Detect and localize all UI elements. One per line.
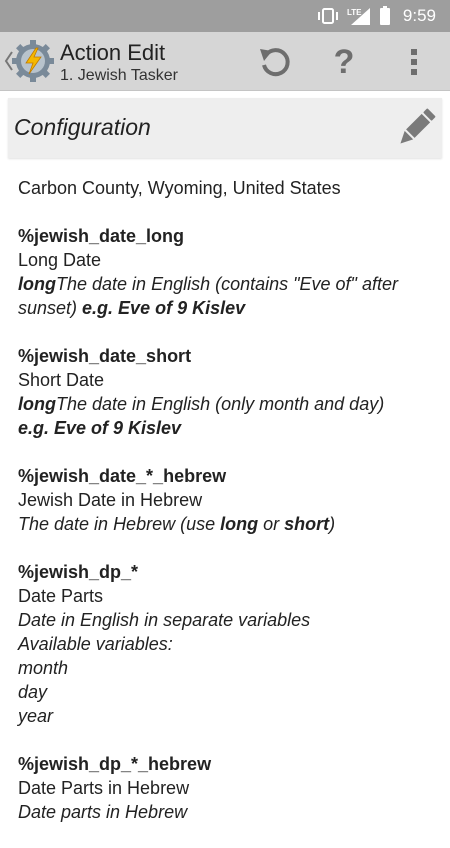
description-post: )	[329, 514, 336, 534]
svg-text:LTE: LTE	[347, 8, 362, 17]
description-mid: or	[258, 514, 285, 534]
status-icons: LTE 9:59	[317, 0, 436, 32]
description-line: year	[18, 706, 54, 726]
description-line: Available variables:	[18, 634, 173, 654]
action-bar: Action Edit 1. Jewish Tasker ?	[0, 32, 450, 91]
description-bold: long	[18, 274, 56, 294]
description-pre: The date in Hebrew (use	[18, 514, 221, 534]
help-icon: ?	[333, 43, 355, 81]
lte-signal-icon: LTE	[347, 8, 370, 25]
help-button[interactable]: ?	[324, 42, 364, 82]
variable-title: Long Date	[18, 250, 102, 270]
variable-name: %jewish_dp_*_hebrew	[18, 754, 212, 774]
description-bold: long	[18, 394, 56, 414]
variable-name: %jewish_dp_*	[18, 562, 139, 582]
refresh-icon	[260, 48, 290, 77]
variable-title: Jewish Date in Hebrew	[18, 490, 203, 510]
description-example: e.g. Eve of 9 Kislev	[18, 418, 182, 438]
variable-section: %jewish_dp_* Date Parts Date in English …	[18, 560, 438, 728]
configuration-content: Carbon County, Wyoming, United States %j…	[18, 176, 438, 848]
description-bold-short: short	[284, 514, 330, 534]
variable-title: Date Parts in Hebrew	[18, 778, 190, 798]
action-bar-title: Action Edit	[60, 40, 166, 65]
description-bold-long: long	[220, 514, 259, 534]
location-text: Carbon County, Wyoming, United States	[18, 178, 341, 198]
description-line: month	[18, 658, 69, 678]
description-line: Date in English in separate variables	[18, 610, 311, 630]
variable-section: %jewish_date_long Long Date longThe date…	[18, 224, 438, 320]
description-text: The date in English (only month and day)	[56, 394, 385, 414]
overflow-menu-button[interactable]	[394, 42, 434, 82]
configuration-header: Configuration	[8, 98, 442, 158]
variable-title: Date Parts	[18, 586, 104, 606]
variable-section: %jewish_date_*_hebrew Jewish Date in Heb…	[18, 464, 438, 536]
status-bar: LTE 9:59	[0, 0, 450, 32]
more-vert-icon	[411, 49, 417, 75]
description-line: Date parts in Hebrew	[18, 802, 188, 822]
variable-section: %jewish_date_short Short Date longThe da…	[18, 344, 438, 440]
variable-name: %jewish_date_short	[18, 346, 192, 366]
description-line: day	[18, 682, 48, 702]
title-block: Action Edit 1. Jewish Tasker	[60, 40, 178, 86]
variable-description: longThe date in English (only month and …	[18, 392, 438, 416]
battery-icon	[379, 6, 390, 25]
tasker-app-icon[interactable]	[12, 40, 54, 82]
variable-title: Short Date	[18, 370, 105, 390]
variable-description: The date in Hebrew (use long or short)	[18, 512, 438, 536]
pencil-icon[interactable]	[396, 108, 436, 148]
vibrate-icon	[317, 8, 338, 24]
action-bar-subtitle: 1. Jewish Tasker	[60, 67, 178, 84]
variable-name: %jewish_date_long	[18, 226, 185, 246]
refresh-button[interactable]	[255, 42, 295, 82]
variable-description: longThe date in English (contains "Eve o…	[18, 272, 438, 320]
status-time: 9:59	[402, 6, 436, 25]
variable-name: %jewish_date_*_hebrew	[18, 466, 227, 486]
variable-section: %jewish_dp_*_hebrew Date Parts in Hebrew…	[18, 752, 438, 824]
description-example: e.g. Eve of 9 Kislev	[82, 298, 246, 318]
configuration-title: Configuration	[14, 114, 151, 140]
